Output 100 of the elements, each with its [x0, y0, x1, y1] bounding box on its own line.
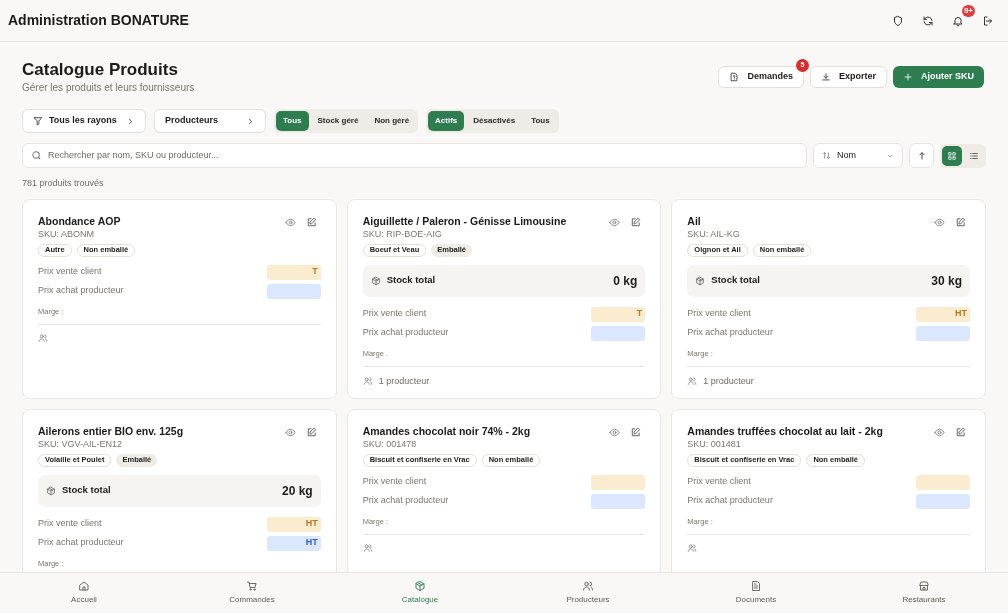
edit-icon: [305, 426, 317, 438]
stock-label: Stock total: [62, 483, 111, 498]
product-sku: SKU: 001478: [362, 437, 418, 450]
nav-tab[interactable]: Commandes: [168, 573, 336, 613]
list-icon: [969, 150, 979, 161]
price-chip: [266, 283, 321, 299]
users-icon: [362, 542, 373, 553]
users-icon: [687, 542, 698, 553]
users-icon: [362, 376, 373, 387]
edit-icon: [955, 426, 966, 438]
price-label: Prix vente client: [38, 265, 102, 279]
producer-count: 1 producteur: [378, 374, 430, 388]
grid-view-button[interactable]: [942, 145, 962, 166]
search-field[interactable]: Rechercher par nom, SKU ou producteur...: [22, 143, 807, 168]
stock-label: Stock total: [711, 273, 760, 288]
edit-button[interactable]: [955, 426, 966, 438]
price-chip: [916, 493, 970, 509]
price-label: Prix vente client: [362, 307, 427, 321]
sort-direction-button[interactable]: [909, 143, 934, 168]
price-chip: [591, 493, 646, 509]
requests-button[interactable]: Demandes: [718, 66, 804, 88]
chevron-right-icon: [246, 116, 255, 126]
product-sku: SKU: AIL-KG: [687, 227, 740, 240]
price-chip: [916, 474, 970, 490]
edit-button[interactable]: [630, 426, 642, 438]
price-label: Prix vente client: [687, 307, 751, 321]
toggle-option[interactable]: Non géré: [367, 111, 417, 131]
nav-tab[interactable]: Catalogue: [336, 573, 504, 613]
filter-dropdown[interactable]: Tous les rayons: [22, 109, 146, 133]
export-button[interactable]: Exporter: [809, 66, 887, 88]
product-name: Ailerons entier BIO env. 125g: [38, 423, 184, 438]
price-label: Prix achat producteur: [38, 284, 124, 298]
toggle-option[interactable]: Actifs: [428, 111, 465, 131]
store-icon: [918, 580, 930, 592]
toggle-option[interactable]: Stock géré: [310, 111, 366, 131]
search-icon: [31, 150, 42, 161]
nav-tab[interactable]: Accueil: [0, 573, 168, 613]
toggle-option[interactable]: Tous: [276, 111, 309, 131]
price-chip: [591, 474, 646, 490]
download-icon: [820, 72, 831, 82]
users-icon: [38, 332, 48, 343]
eye-icon: [609, 216, 621, 228]
view-button[interactable]: [284, 426, 296, 438]
edit-icon: [630, 216, 642, 228]
nav-tab[interactable]: Documents: [672, 573, 840, 613]
price-chip: HT: [266, 516, 321, 532]
users-icon: [582, 580, 594, 592]
product-sku: SKU: 001481: [687, 437, 742, 450]
view-button[interactable]: [934, 216, 945, 228]
nav-tab[interactable]: Restaurants: [840, 573, 1008, 613]
sort-dropdown[interactable]: Nom: [813, 143, 903, 168]
price-label: Prix vente client: [38, 517, 102, 531]
edit-icon: [955, 216, 966, 228]
stock-label: Stock total: [386, 273, 436, 288]
edit-button[interactable]: [305, 216, 317, 228]
notification-badge: 9+: [961, 4, 975, 17]
logout-icon: [982, 14, 994, 27]
refresh-icon: [922, 14, 934, 27]
toggle-option[interactable]: Tous: [524, 111, 557, 131]
home-icon: [78, 580, 90, 592]
app-title: Administration BONATURE: [8, 11, 189, 30]
price-chip: HT: [916, 306, 970, 322]
search-input[interactable]: Rechercher par nom, SKU ou producteur...: [48, 148, 798, 163]
stock-value: 0 kg: [613, 272, 638, 290]
view-button[interactable]: [934, 426, 945, 438]
price-chip: [916, 325, 970, 341]
edit-button[interactable]: [630, 216, 642, 228]
edit-icon: [630, 426, 642, 438]
view-button[interactable]: [609, 426, 621, 438]
filter-icon: [33, 116, 43, 126]
price-label: Prix vente client: [362, 475, 427, 489]
eye-icon: [284, 426, 296, 438]
price-label: Prix achat producteur: [687, 494, 773, 508]
price-chip: T: [266, 264, 321, 280]
price-label: Prix achat producteur: [362, 326, 449, 340]
edit-button[interactable]: [955, 216, 966, 228]
price-label: Prix vente client: [687, 475, 751, 489]
filter-dropdown[interactable]: Producteurs: [154, 109, 266, 133]
toggle-option[interactable]: Désactivés: [466, 111, 523, 131]
plus-icon: [903, 72, 913, 82]
bell-icon: [952, 14, 964, 27]
box-icon: [370, 275, 381, 286]
eye-icon: [934, 426, 945, 438]
edit-icon: [305, 216, 317, 228]
product-name: Ail: [687, 213, 702, 228]
page-subtitle: Gérer les produits et leurs fournisseurs: [22, 81, 195, 95]
stock-value: 20 kg: [281, 482, 313, 500]
eye-icon: [934, 216, 945, 228]
grid-icon: [947, 150, 957, 161]
page-title: Catalogue Produits: [22, 60, 179, 80]
view-button[interactable]: [284, 216, 296, 228]
producer-count: 1 producteur: [703, 374, 754, 388]
edit-button[interactable]: [305, 426, 317, 438]
add-sku-button[interactable]: Ajouter SKU: [893, 66, 984, 88]
nav-tab[interactable]: Producteurs: [504, 573, 672, 613]
view-button[interactable]: [609, 216, 621, 228]
users-icon: [687, 376, 698, 387]
product-name: Amandes truffées chocolat au lait - 2kg: [687, 423, 883, 438]
sort-value: Nom: [837, 148, 857, 162]
price-label: Prix achat producteur: [38, 536, 124, 550]
